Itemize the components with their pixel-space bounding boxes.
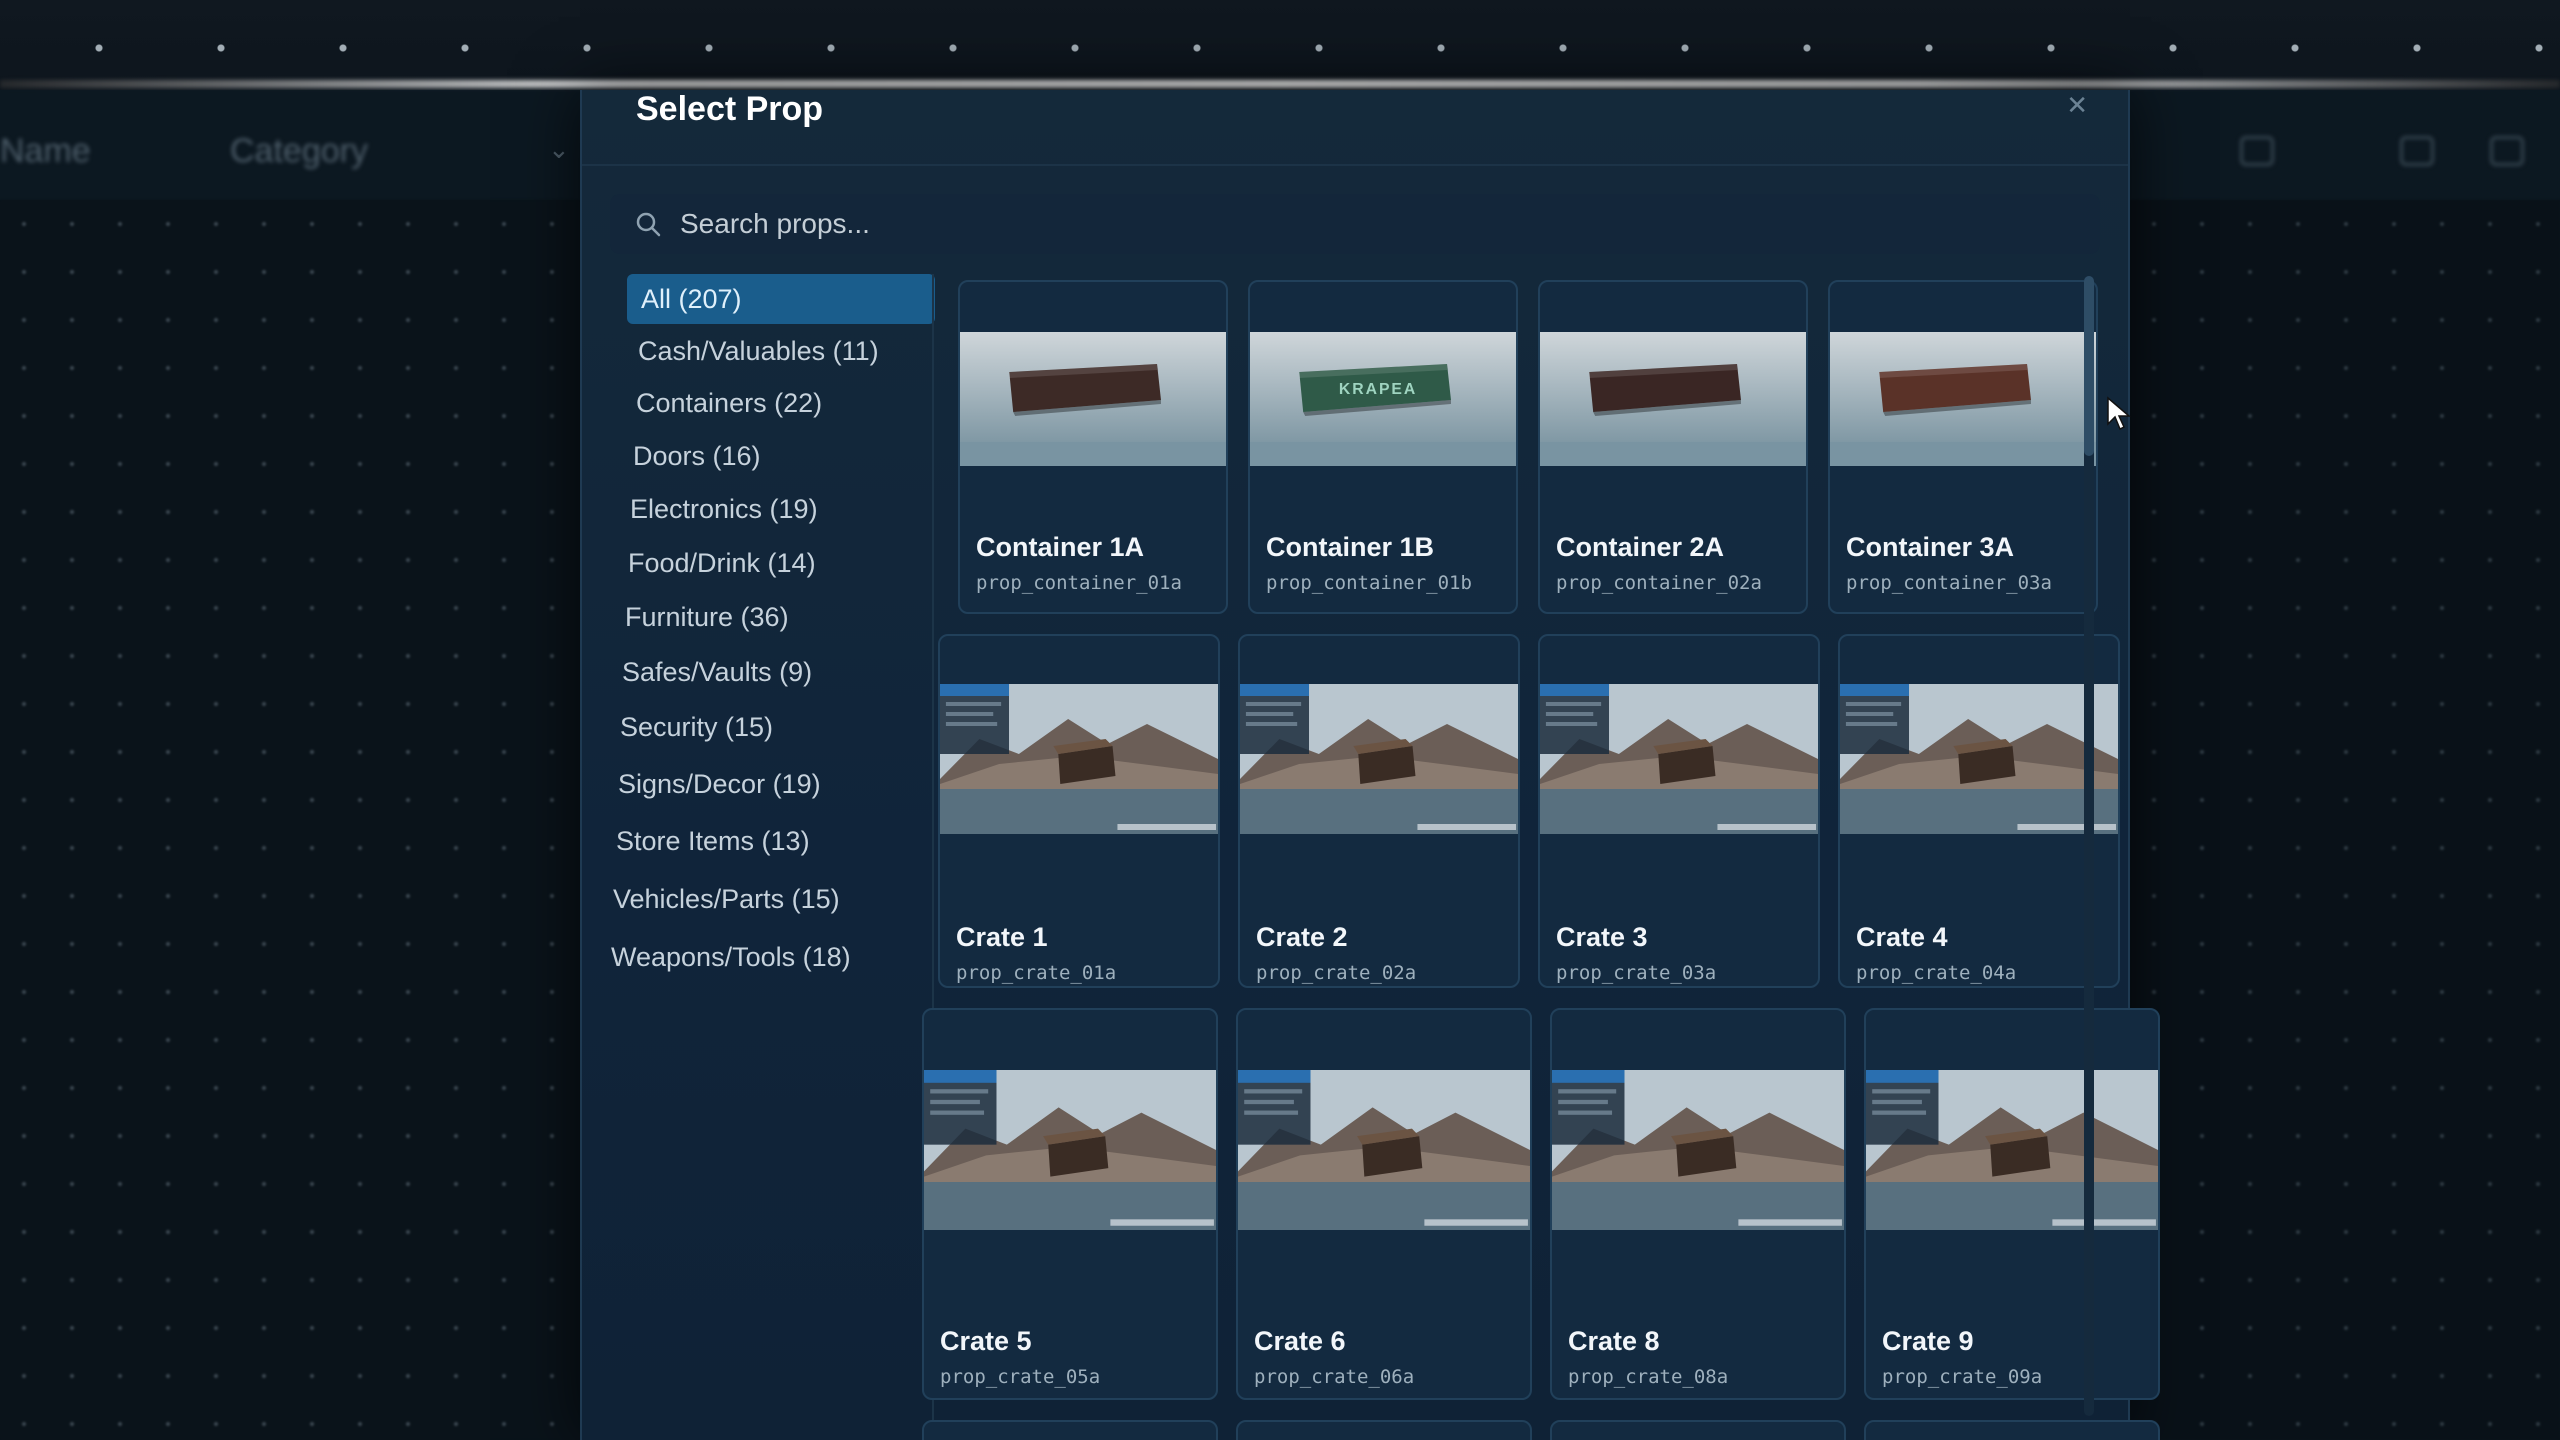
scrollbar-thumb[interactable]: [2084, 276, 2094, 456]
prop-name: Crate 6: [1254, 1326, 1346, 1356]
prop-model-id: prop_container_02a: [1556, 572, 1762, 594]
close-icon[interactable]: ✕: [2066, 90, 2088, 121]
prop-name: Crate 1: [956, 922, 1048, 952]
category-item[interactable]: Furniture (36): [611, 592, 789, 642]
prop-name: Crate 8: [1568, 1326, 1660, 1356]
prop-thumbnail: [1866, 1070, 2158, 1230]
prop-card[interactable]: Crate 1 prop_crate_01a: [938, 634, 1220, 988]
prop-model-id: prop_crate_04a: [1856, 962, 2017, 984]
copy-icon: [2400, 136, 2434, 166]
category-item[interactable]: Doors (16): [619, 431, 761, 481]
svg-text:KRAPEA: KRAPEA: [1339, 381, 1417, 398]
background-canvas-left: [0, 200, 580, 1440]
background-name-field: Name: [0, 132, 91, 170]
prop-card[interactable]: Crate 2 prop_crate_02a: [1238, 634, 1520, 988]
category-item[interactable]: Weapons/Tools (18): [597, 932, 851, 982]
prop-model-id: prop_container_01b: [1266, 572, 1472, 594]
prop-name: Container 2A: [1556, 532, 1725, 562]
category-item[interactable]: Electronics (19): [616, 484, 818, 534]
prop-model-id: prop_crate_03a: [1556, 962, 1717, 984]
prop-thumbnail: [1240, 684, 1518, 834]
prop-name: Container 3A: [1846, 532, 2015, 562]
prop-thumbnail: [1840, 684, 2118, 834]
prop-model-id: prop_container_03a: [1846, 572, 2052, 594]
category-item[interactable]: Signs/Decor (19): [604, 759, 821, 809]
prop-card[interactable]: Crate 9 prop_crate_09a: [1864, 1008, 2160, 1400]
background-category-dropdown: Category: [230, 132, 368, 170]
category-item[interactable]: Containers (22): [622, 378, 822, 428]
prop-card[interactable]: Container 3A prop_container_03a: [1828, 280, 2098, 614]
prop-card[interactable]: Crate 8 prop_crate_08a: [1550, 1008, 1846, 1400]
prop-thumbnail: [924, 1070, 1216, 1230]
prop-model-id: prop_crate_01a: [956, 962, 1117, 984]
prop-name: Crate 5: [940, 1326, 1032, 1356]
prop-name: Crate 2: [1256, 922, 1348, 952]
prop-name: Crate 3: [1556, 922, 1648, 952]
prop-model-id: prop_crate_08a: [1568, 1366, 1729, 1388]
background-top-strip: [0, 0, 2560, 90]
prop-name: Crate 9: [1882, 1326, 1974, 1356]
prop-thumbnail: [1540, 684, 1818, 834]
category-item[interactable]: All (207): [627, 274, 935, 324]
prop-card[interactable]: Crate 3 prop_crate_03a: [1538, 634, 1820, 988]
prop-card-partial[interactable]: [922, 1420, 1218, 1440]
prop-card-partial[interactable]: [1236, 1420, 1532, 1440]
prop-model-id: prop_crate_09a: [1882, 1366, 2043, 1388]
undo-icon: [2240, 136, 2274, 166]
search-input[interactable]: [680, 202, 2060, 246]
prop-thumbnail: [1830, 332, 2096, 466]
prop-card[interactable]: Container 2A prop_container_02a: [1538, 280, 1808, 614]
grid-icon: [2490, 136, 2524, 166]
prop-model-id: prop_crate_02a: [1256, 962, 1417, 984]
prop-model-id: prop_crate_05a: [940, 1366, 1101, 1388]
category-sidebar: All (207) Cash/Valuables (11) Containers (…: [582, 274, 935, 1434]
prop-name: Container 1A: [976, 532, 1145, 562]
prop-name: Container 1B: [1266, 532, 1435, 562]
category-item[interactable]: Cash/Valuables (11): [624, 326, 879, 376]
search-bar: [610, 194, 2100, 254]
prop-model-id: prop_crate_06a: [1254, 1366, 1415, 1388]
prop-card[interactable]: Crate 5 prop_crate_05a: [922, 1008, 1218, 1400]
category-item[interactable]: Store Items (13): [602, 816, 810, 866]
category-item[interactable]: Safes/Vaults (9): [608, 647, 812, 697]
search-icon: [636, 212, 661, 237]
prop-card[interactable]: Container 1A prop_container_01a: [958, 280, 1228, 614]
category-item[interactable]: Vehicles/Parts (15): [599, 874, 840, 924]
prop-thumbnail: [1540, 332, 1806, 466]
prop-thumbnail: [1238, 1070, 1530, 1230]
prop-thumbnail: [960, 332, 1226, 466]
prop-thumbnail: [1552, 1070, 1844, 1230]
prop-name: Crate 4: [1856, 922, 1948, 952]
prop-card[interactable]: KRAPEA Container 1B prop_container_01b: [1248, 280, 1518, 614]
prop-model-id: prop_container_01a: [976, 572, 1182, 594]
modal-title: Select Prop: [636, 90, 824, 128]
select-prop-modal: Select Prop ✕ All (207)Cash/Valuables (1…: [580, 90, 2160, 1440]
chevron-down-icon: ⌄: [548, 134, 570, 164]
prop-card[interactable]: Crate 6 prop_crate_06a: [1236, 1008, 1532, 1400]
grid-scrollbar[interactable]: [2084, 276, 2094, 1416]
mouse-cursor-icon: [2107, 396, 2132, 431]
background-canvas-right: [2130, 200, 2560, 1440]
prop-card[interactable]: Crate 4 prop_crate_04a: [1838, 634, 2120, 988]
background-dot-row: [0, 44, 2560, 52]
modal-header: Select Prop ✕: [582, 90, 2128, 166]
prop-card-partial[interactable]: [1550, 1420, 1846, 1440]
category-item[interactable]: Food/Drink (14): [614, 538, 816, 588]
prop-card-partial[interactable]: [1864, 1420, 2160, 1440]
category-item[interactable]: Security (15): [606, 702, 773, 752]
prop-thumbnail: [940, 684, 1218, 834]
prop-thumbnail: KRAPEA: [1250, 332, 1516, 466]
background-light-glow: [0, 80, 2560, 88]
